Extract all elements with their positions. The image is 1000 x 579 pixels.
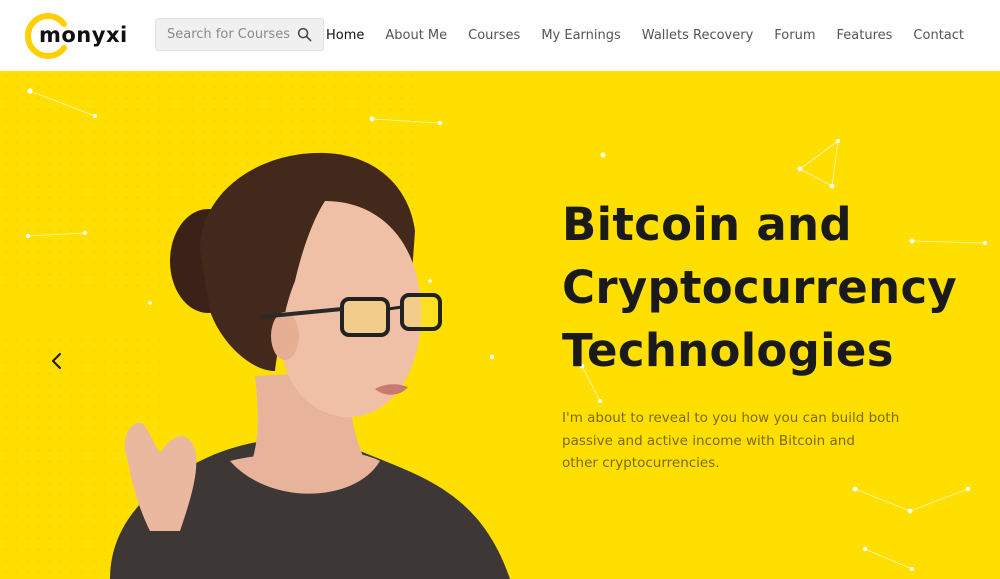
hero-description-line: I'm about to reveal to you how you can b… — [562, 410, 900, 426]
hero-title-line: Technologies — [562, 324, 894, 377]
hero-title-line: Bitcoin and — [562, 198, 852, 251]
hero-slider: Bitcoin and Cryptocurrency Technologies … — [0, 71, 1000, 579]
nav-home[interactable]: Home — [326, 28, 364, 43]
nav-features[interactable]: Features — [837, 28, 893, 43]
hero-title: Bitcoin and Cryptocurrency Technologies — [562, 193, 992, 382]
nav-forum[interactable]: Forum — [774, 28, 815, 43]
search-input[interactable] — [156, 19, 291, 50]
nav-contact[interactable]: Contact — [913, 28, 964, 43]
site-header: monyxi Home About Me Courses My Earnings… — [0, 0, 1000, 71]
search-icon[interactable] — [297, 27, 312, 42]
hero-description-line: other cryptocurrencies. — [562, 455, 720, 471]
nav-about-me[interactable]: About Me — [385, 28, 447, 43]
logo[interactable]: monyxi — [24, 12, 134, 60]
nav-courses[interactable]: Courses — [468, 28, 520, 43]
nav-my-earnings[interactable]: My Earnings — [541, 28, 620, 43]
hero-description: I'm about to reveal to you how you can b… — [562, 407, 912, 475]
nav-wallets-recovery[interactable]: Wallets Recovery — [642, 28, 754, 43]
chevron-left-icon[interactable] — [46, 349, 68, 373]
main-nav: Home About Me Courses My Earnings Wallet… — [326, 0, 964, 71]
hero-portrait-image — [110, 152, 510, 579]
hero-description-line: passive and active income with Bitcoin a… — [562, 432, 855, 449]
hero-title-line: Cryptocurrency — [562, 261, 958, 314]
search-box — [155, 18, 324, 51]
logo-text: monyxi — [39, 23, 128, 47]
